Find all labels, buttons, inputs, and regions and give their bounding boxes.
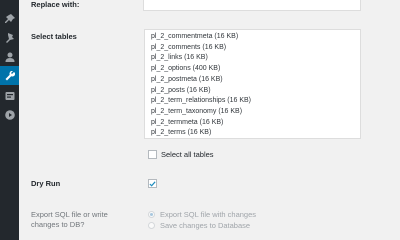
- sidebar-item-pin[interactable]: [0, 9, 19, 28]
- tools-icon: [5, 70, 15, 80]
- save-to-db-label[interactable]: Save changes to Database: [160, 221, 250, 231]
- settings-icon: [5, 91, 14, 100]
- table-option[interactable]: pl_2_term_relationships (16 KB): [151, 96, 360, 107]
- table-option[interactable]: pl_2_termmeta (16 KB): [151, 118, 360, 129]
- tables-listbox[interactable]: pl_2_commentmeta (16 KB) pl_2_comments (…: [144, 29, 361, 139]
- sidebar-item-users[interactable]: [0, 47, 19, 66]
- select-tables-label: Select tables: [31, 32, 77, 41]
- table-option[interactable]: pl_2_options (400 KB): [151, 64, 360, 75]
- sidebar-item-thumbtack[interactable]: [0, 28, 19, 47]
- export-label-line1: Export SQL file or write: [31, 210, 108, 219]
- table-option[interactable]: pl_2_terms (16 KB): [151, 128, 360, 138]
- replace-with-label: Replace with:: [31, 0, 80, 9]
- dry-run-checkbox[interactable]: [148, 179, 157, 188]
- table-option[interactable]: pl_2_postmeta (16 KB): [151, 75, 360, 86]
- sidebar-item-tools[interactable]: [0, 66, 19, 85]
- admin-sidebar: [0, 0, 19, 240]
- sidebar-item-settings[interactable]: [0, 86, 19, 105]
- dry-run-label: Dry Run: [31, 179, 61, 188]
- select-all-checkbox[interactable]: [148, 150, 157, 159]
- thumbtack-icon: [5, 32, 14, 43]
- checkmark-icon: [149, 180, 156, 187]
- select-all-label[interactable]: Select all tables: [161, 150, 214, 160]
- table-option[interactable]: pl_2_comments (16 KB): [151, 43, 360, 54]
- pin-icon: [4, 13, 15, 23]
- replace-with-input[interactable]: [143, 0, 361, 11]
- table-option[interactable]: pl_2_links (16 KB): [151, 53, 360, 64]
- export-sql-label[interactable]: Export SQL file with changes: [160, 210, 256, 220]
- sidebar-item-play[interactable]: [0, 105, 19, 124]
- users-icon: [5, 52, 14, 62]
- play-icon: [4, 109, 15, 120]
- table-option[interactable]: pl_2_term_taxonomy (16 KB): [151, 107, 360, 118]
- radio-selected-dot: [150, 213, 153, 216]
- export-sql-radio[interactable]: [148, 211, 155, 218]
- table-option[interactable]: pl_2_commentmeta (16 KB): [151, 32, 360, 43]
- table-option[interactable]: pl_2_posts (16 KB): [151, 86, 360, 97]
- export-label-line2: changes to DB?: [31, 220, 85, 229]
- save-to-db-radio[interactable]: [148, 222, 155, 229]
